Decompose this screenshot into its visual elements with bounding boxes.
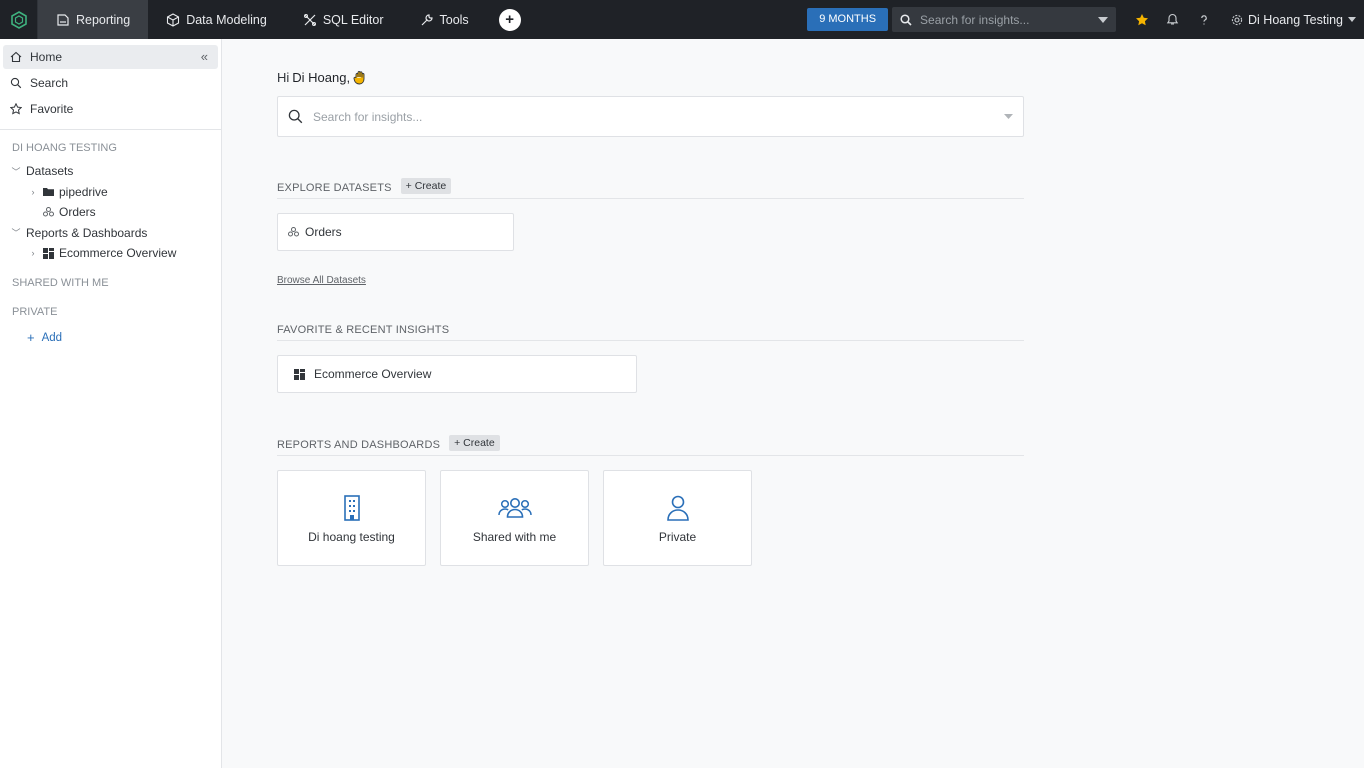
tile-label: Di hoang testing	[308, 529, 395, 544]
sidebar-item-label: Search	[30, 76, 69, 90]
dashboard-icon	[43, 247, 54, 259]
workspace-section-title: DI HOANG TESTING	[12, 142, 117, 154]
tile-label: Shared with me	[472, 529, 557, 544]
favorite-card-label: Ecommerce Overview	[314, 367, 432, 381]
create-report-button[interactable]: + Create	[449, 435, 500, 451]
collapse-sidebar-icon[interactable]: «	[201, 49, 208, 64]
sidebar-item-home[interactable]: Home «	[3, 45, 218, 69]
tree-item-ecommerce-overview[interactable]: › Ecommerce Overview	[0, 243, 221, 264]
tree-item-datasets[interactable]: ﹀ Datasets	[0, 161, 221, 182]
greeting-prefix: Hi	[277, 70, 290, 85]
dataset-card-label: Orders	[305, 225, 342, 239]
top-search-placeholder: Search for insights...	[920, 12, 1030, 27]
explore-datasets-header: EXPLORE DATASETS + Create	[277, 178, 1024, 199]
sidebar-item-label: Favorite	[30, 102, 74, 116]
nav-tools-label: Tools	[439, 12, 469, 27]
chevron-down-icon[interactable]: ﹀	[11, 165, 21, 178]
topbar-right-group: 9 MONTHS Search for insights... Di Hoang…	[807, 0, 1364, 39]
tree-item-reports-dashboards[interactable]: ﹀ Reports & Dashboards	[0, 223, 221, 244]
waving-hand-icon	[353, 71, 365, 85]
sidebar-item-favorite[interactable]: Favorite	[3, 97, 218, 121]
building-icon	[343, 494, 360, 521]
add-private-button[interactable]: + Add	[0, 328, 221, 348]
nav-tools[interactable]: Tools	[402, 0, 487, 39]
explore-datasets-title: EXPLORE DATASETS	[277, 182, 392, 194]
dashboard-icon	[294, 368, 305, 380]
favorite-card-ecommerce-overview[interactable]: Ecommerce Overview	[277, 355, 637, 393]
sidebar-item-search[interactable]: Search	[3, 71, 218, 95]
favorites-star-button[interactable]	[1126, 0, 1157, 39]
search-icon	[288, 109, 303, 124]
tree-item-orders[interactable]: Orders	[0, 202, 221, 223]
users-group-icon	[497, 497, 532, 518]
reports-dashboards-title: REPORTS AND DASHBOARDS	[277, 439, 441, 451]
caret-down-icon[interactable]	[1098, 16, 1109, 23]
tile-label: Private	[658, 529, 697, 544]
date-range-badge[interactable]: 9 MONTHS	[807, 8, 889, 31]
sidebar-item-label: Home	[30, 50, 63, 64]
reports-dashboards-header: REPORTS AND DASHBOARDS + Create	[277, 435, 1024, 456]
shared-section-title: SHARED WITH ME	[12, 276, 109, 289]
star-icon	[10, 103, 22, 115]
nav-reporting-label: Reporting	[76, 12, 131, 27]
nav-data-modeling-label: Data Modeling	[186, 12, 267, 27]
add-label: Add	[41, 331, 63, 344]
nav-sql-editor-label: SQL Editor	[322, 12, 384, 27]
search-icon	[900, 13, 912, 26]
gear-icon	[1231, 14, 1243, 25]
main-search-input[interactable]: Search for insights...	[277, 96, 1024, 137]
caret-down-icon[interactable]	[1004, 114, 1013, 119]
tree-item-label: Orders	[59, 205, 96, 220]
tree-item-label: Datasets	[26, 164, 74, 179]
user-menu[interactable]: Di Hoang Testing	[1219, 13, 1364, 27]
dataset-icon	[43, 207, 54, 217]
help-button[interactable]	[1188, 0, 1219, 39]
tree-item-label: pipedrive	[59, 184, 108, 199]
private-section-title: PRIVATE	[12, 305, 58, 318]
greeting-name: Di Hoang,	[292, 70, 351, 85]
chevron-down-icon[interactable]: ﹀	[11, 226, 21, 239]
logo-icon	[10, 10, 27, 29]
bell-icon	[1166, 13, 1179, 25]
browse-all-datasets-link[interactable]: Browse All Datasets	[277, 275, 366, 286]
create-new-button[interactable]: +	[498, 8, 521, 31]
caret-down-icon	[1348, 17, 1356, 22]
nav-reporting[interactable]: Reporting	[38, 0, 149, 39]
chevron-right-icon[interactable]: ›	[28, 187, 38, 197]
wrench-icon	[421, 13, 433, 25]
top-search-input[interactable]: Search for insights...	[892, 7, 1117, 32]
dataset-icon	[288, 227, 299, 237]
sidebar: Home « Search Favorite DI HOANG TESTING …	[0, 39, 222, 768]
nav-sql-editor[interactable]: SQL Editor	[285, 0, 402, 39]
create-dataset-button[interactable]: + Create	[400, 178, 452, 194]
plus-icon: +	[27, 330, 35, 345]
tile-shared-with-me[interactable]: Shared with me	[440, 470, 589, 566]
tree-item-label: Ecommerce Overview	[59, 246, 177, 261]
star-filled-icon	[1135, 13, 1148, 25]
favorite-recent-title: FAVORITE & RECENT INSIGHTS	[277, 324, 450, 336]
app-logo[interactable]	[0, 0, 38, 39]
nav-data-modeling[interactable]: Data Modeling	[148, 0, 285, 39]
chevron-right-icon[interactable]: ›	[28, 248, 38, 258]
reporting-icon	[57, 13, 69, 26]
favorite-recent-header: FAVORITE & RECENT INSIGHTS	[277, 320, 1024, 341]
user-name: Di Hoang Testing	[1248, 12, 1343, 27]
tree-item-pipedrive[interactable]: › pipedrive	[0, 182, 221, 203]
dataset-card-orders[interactable]: Orders	[277, 213, 514, 251]
tile-workspace[interactable]: Di hoang testing	[277, 470, 426, 566]
question-icon	[1200, 14, 1207, 24]
search-icon	[10, 77, 22, 89]
sidebar-divider	[0, 129, 221, 130]
notifications-button[interactable]	[1157, 0, 1188, 39]
user-icon	[666, 495, 689, 521]
sql-editor-icon	[303, 13, 316, 26]
home-icon	[10, 51, 22, 63]
folder-icon	[43, 188, 54, 197]
tree-item-label: Reports & Dashboards	[26, 225, 148, 240]
cube-icon	[167, 12, 180, 27]
top-navigation-bar: Reporting Data Modeling SQL Editor Tools…	[0, 0, 1364, 39]
greeting: Hi Di Hoang,	[277, 70, 367, 85]
tile-private[interactable]: Private	[603, 470, 752, 566]
main-search-placeholder: Search for insights...	[313, 109, 423, 124]
